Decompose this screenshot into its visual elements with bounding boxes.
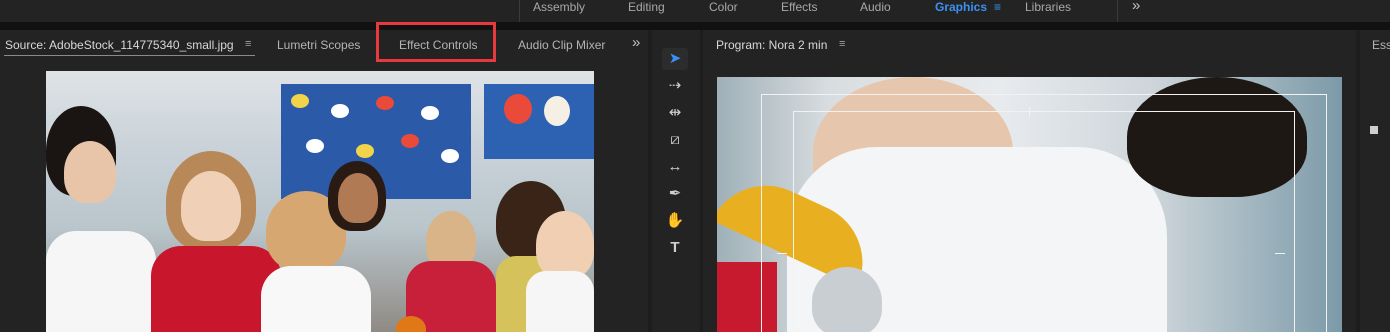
workspace-tab-color[interactable]: Color bbox=[709, 0, 738, 14]
teacher-face bbox=[338, 173, 378, 223]
source-monitor-image bbox=[46, 71, 594, 332]
source-panel: Source: AdobeStock_114775340_small.jpg ≡… bbox=[0, 22, 648, 332]
wall-display bbox=[484, 84, 594, 159]
workspace-tab-assembly[interactable]: Assembly bbox=[533, 0, 585, 14]
workspace-overflow-icon[interactable]: » bbox=[1132, 0, 1140, 14]
panel-gutter bbox=[0, 22, 1390, 30]
frame-center-handle[interactable] bbox=[1029, 107, 1030, 117]
program-menu-icon[interactable]: ≡ bbox=[839, 38, 845, 50]
child-face bbox=[536, 211, 594, 279]
tab-audio-clip-mixer[interactable]: Audio Clip Mixer bbox=[518, 38, 605, 52]
effect-controls-highlight bbox=[376, 22, 496, 62]
pen-tool-icon[interactable]: ✒ bbox=[662, 183, 688, 205]
child-shirt bbox=[261, 266, 371, 332]
panel-overflow-icon[interactable]: » bbox=[632, 34, 640, 51]
new-item-icon[interactable] bbox=[1370, 126, 1378, 134]
workspace-tab-editing[interactable]: Editing bbox=[628, 0, 665, 14]
tab-essential-graphics[interactable]: Esse bbox=[1372, 38, 1390, 52]
program-panel: Program: Nora 2 min ≡ bbox=[703, 30, 1356, 332]
hand-tool-icon[interactable]: ✋ bbox=[662, 210, 688, 232]
type-tool-icon[interactable]: T bbox=[662, 237, 688, 259]
workspace-menu-icon[interactable]: ≡ bbox=[994, 0, 1001, 14]
source-panel-header: Source: AdobeStock_114775340_small.jpg ≡… bbox=[0, 22, 648, 62]
tab-source[interactable]: Source: AdobeStock_114775340_small.jpg bbox=[5, 38, 234, 52]
workspace-tab-graphics[interactable]: Graphics bbox=[935, 0, 987, 14]
frame-right-handle[interactable] bbox=[1275, 253, 1285, 254]
workspace-tab-effects[interactable]: Effects bbox=[781, 0, 817, 14]
workspace-tab-libraries[interactable]: Libraries bbox=[1025, 0, 1071, 14]
workspace-divider bbox=[519, 0, 520, 22]
child-face bbox=[64, 141, 116, 203]
frame-left-handle[interactable] bbox=[777, 253, 787, 254]
ripple-edit-tool-icon[interactable]: ⇹ bbox=[662, 102, 688, 124]
workspace-bar: Assembly Editing Color Effects Audio Gra… bbox=[0, 0, 1390, 22]
essential-graphics-panel: Esse bbox=[1360, 30, 1390, 332]
child-face bbox=[181, 171, 241, 241]
child-shirt bbox=[526, 271, 594, 332]
active-tab-underline bbox=[4, 55, 255, 56]
action-safe-frame bbox=[793, 111, 1295, 332]
track-select-tool-icon[interactable]: ⇢ bbox=[662, 75, 688, 97]
razor-tool-icon[interactable]: ⧄ bbox=[662, 129, 688, 151]
child-shirt bbox=[46, 231, 156, 332]
selection-tool-icon[interactable]: ➤ bbox=[662, 48, 688, 70]
program-panel-header: Program: Nora 2 min ≡ bbox=[703, 30, 1356, 58]
workspace-divider bbox=[1117, 0, 1118, 22]
workspace-tab-audio[interactable]: Audio bbox=[860, 0, 891, 14]
tab-lumetri-scopes[interactable]: Lumetri Scopes bbox=[277, 38, 360, 52]
source-menu-icon[interactable]: ≡ bbox=[245, 38, 251, 50]
program-monitor-image bbox=[717, 77, 1342, 332]
tools-panel: ➤ ⇢ ⇹ ⧄ ↔ ✒ ✋ T bbox=[652, 30, 700, 332]
tab-program[interactable]: Program: Nora 2 min bbox=[716, 38, 827, 52]
slip-tool-icon[interactable]: ↔ bbox=[662, 156, 688, 178]
